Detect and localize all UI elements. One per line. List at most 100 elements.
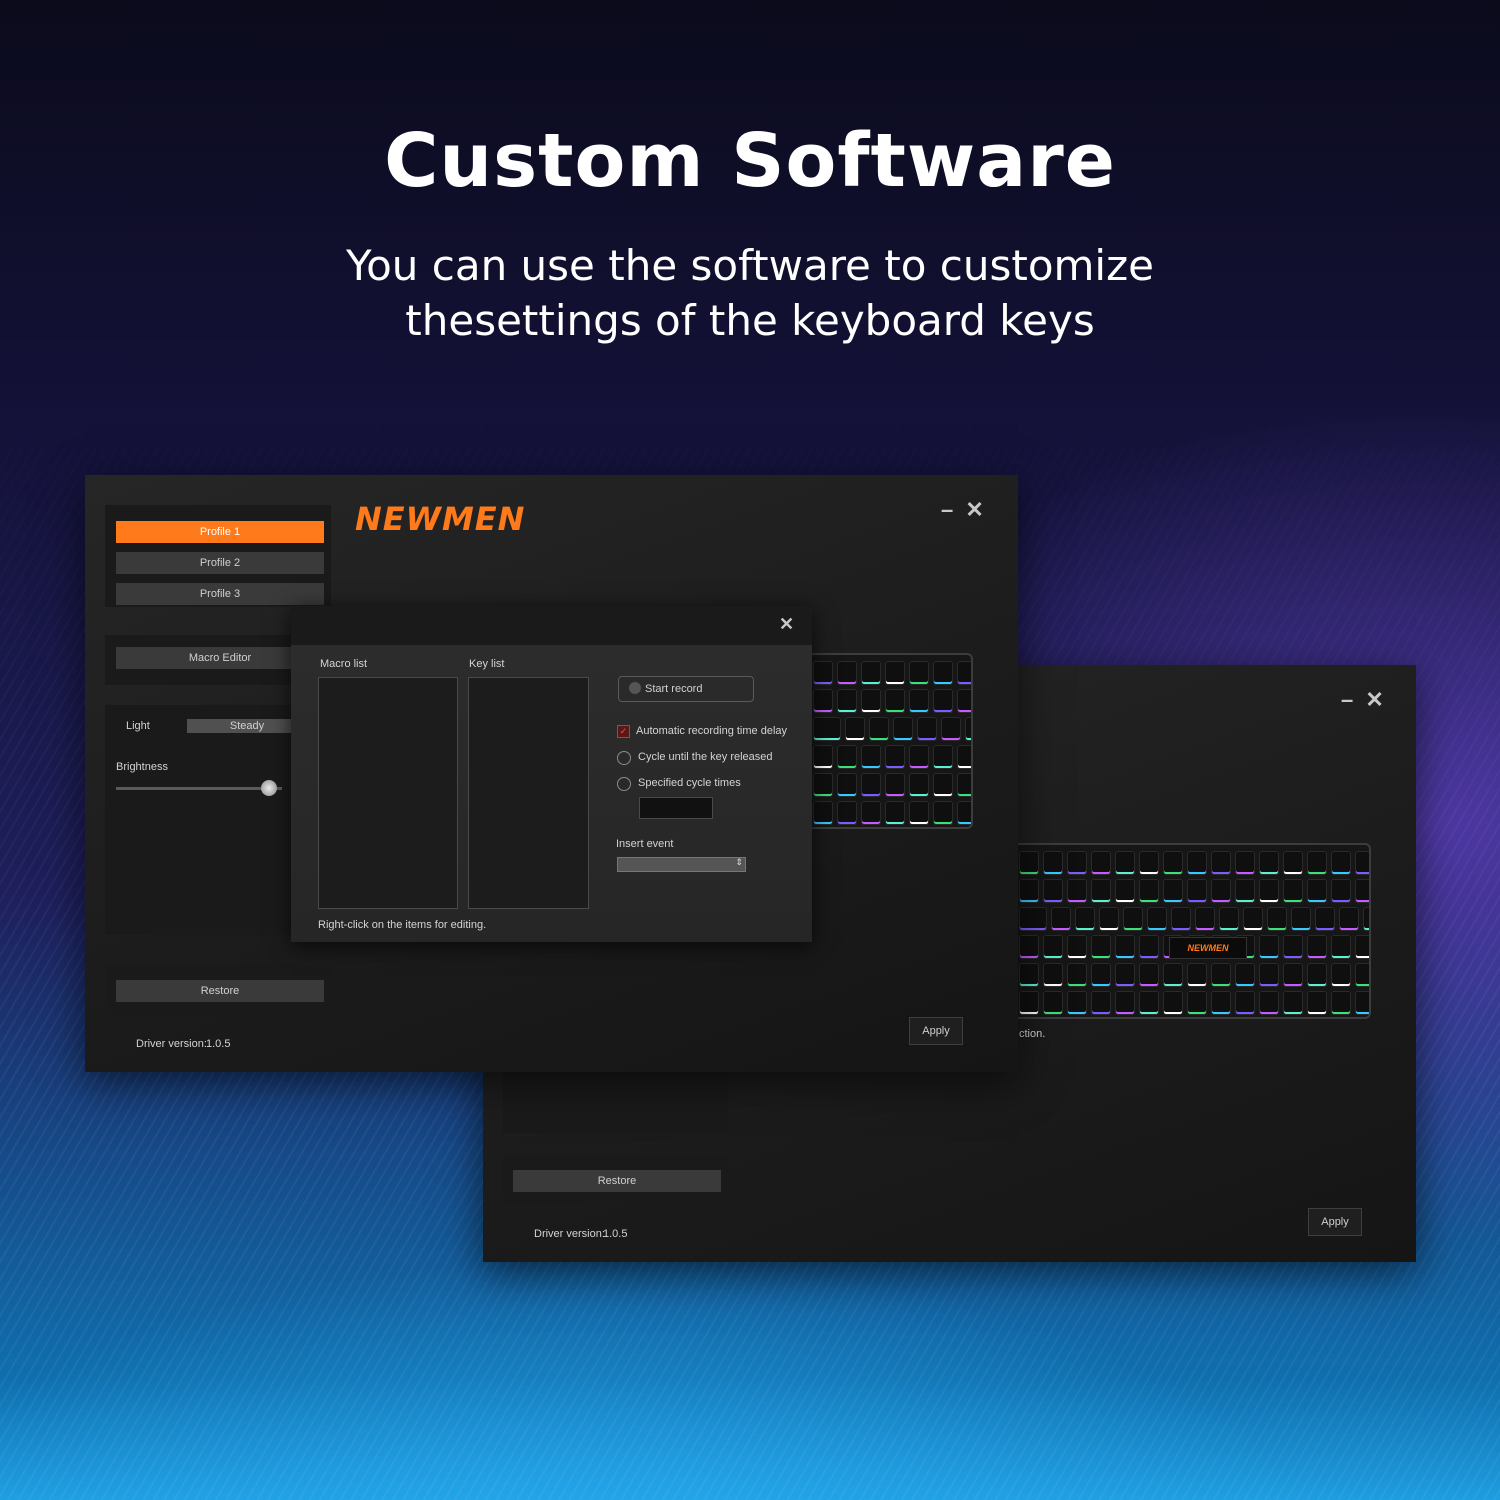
keyboard-key <box>1075 907 1095 931</box>
keyboard-key <box>933 745 953 769</box>
keyboard-key <box>1211 963 1231 987</box>
keyboard-key <box>1331 935 1351 959</box>
insert-event-select[interactable]: ⇕ <box>617 857 746 872</box>
keyboard-key <box>909 689 929 713</box>
keyboard-key <box>1115 991 1135 1015</box>
keyboard-key <box>909 661 929 685</box>
restore-button[interactable]: Restore <box>513 1170 721 1192</box>
keyboard-key <box>1019 935 1039 959</box>
keyboard-row <box>813 717 971 741</box>
cycle-until-release-label: Cycle until the key released <box>638 751 773 763</box>
keyboard-key <box>837 745 857 769</box>
keyboard-key <box>1067 963 1087 987</box>
restore-button[interactable]: Restore <box>116 980 324 1002</box>
keyboard-key <box>1259 963 1279 987</box>
auto-delay-checkbox[interactable]: ✓ <box>617 725 630 738</box>
keyboard-key <box>1091 879 1111 903</box>
keyboard-key <box>1211 991 1231 1015</box>
minimize-icon[interactable]: – <box>941 497 953 523</box>
keyboard-key <box>813 773 833 797</box>
keyboard-key <box>1283 935 1303 959</box>
keyboard-key <box>1259 879 1279 903</box>
keyboard-key <box>917 717 937 741</box>
back-side-panel <box>503 1065 729 1133</box>
keyboard-key <box>1235 879 1255 903</box>
keyboard-key <box>1355 963 1369 987</box>
key-list-label: Key list <box>469 658 505 670</box>
keyboard-key <box>909 745 929 769</box>
brightness-slider-track[interactable] <box>116 787 282 790</box>
keyboard-key <box>1163 879 1183 903</box>
start-record-label: Start record <box>645 683 703 695</box>
keyboard-key <box>1091 851 1111 875</box>
keyboard-key <box>893 717 913 741</box>
keyboard-key <box>909 801 929 825</box>
keyboard-logo: NEWMEN <box>1169 937 1247 959</box>
keyboard-key <box>813 689 833 713</box>
keyboard-key <box>1171 907 1191 931</box>
keyboard-key <box>1139 991 1159 1015</box>
keyboard-key <box>1147 907 1167 931</box>
auto-delay-label: Automatic recording time delay <box>636 725 788 737</box>
cycle-until-release-radio[interactable] <box>617 751 631 765</box>
driver-version-value: 1.0.5 <box>206 1038 231 1050</box>
keyboard-key <box>1115 851 1135 875</box>
specified-cycle-radio[interactable] <box>617 777 631 791</box>
minimize-icon[interactable]: – <box>1341 687 1353 713</box>
keyboard-key <box>1043 879 1063 903</box>
keyboard-key <box>1355 851 1369 875</box>
light-label: Light <box>126 720 150 732</box>
keyboard-key <box>837 801 857 825</box>
keyboard-key <box>1067 935 1087 959</box>
keyboard-key <box>1291 907 1311 931</box>
keyboard-key <box>957 745 971 769</box>
keyboard-keys <box>1015 845 1369 1017</box>
profile-1-button[interactable]: Profile 1 <box>116 521 324 543</box>
keyboard-key <box>1067 991 1087 1015</box>
driver-version-label: Driver version: <box>534 1228 605 1240</box>
keyboard-key <box>1043 851 1063 875</box>
keyboard-key <box>1307 851 1327 875</box>
keyboard-key <box>1331 879 1351 903</box>
driver-version-value: 1.0.5 <box>603 1228 628 1240</box>
keyboard-key <box>1187 991 1207 1015</box>
cycle-times-input[interactable] <box>639 797 713 819</box>
keyboard-key <box>1267 907 1287 931</box>
keyboard-key <box>1091 935 1111 959</box>
keyboard-key <box>1235 963 1255 987</box>
profile-3-button[interactable]: Profile 3 <box>116 583 324 605</box>
keyboard-key <box>933 773 953 797</box>
keyboard-row <box>813 745 971 769</box>
keyboard-key <box>1067 851 1087 875</box>
start-record-button[interactable]: Start record <box>618 676 754 702</box>
keyboard-key <box>861 745 881 769</box>
keyboard-key <box>1187 879 1207 903</box>
keyboard-preview: NEWMEN <box>1013 843 1371 1019</box>
light-mode-select[interactable]: Steady <box>187 719 307 733</box>
keyboard-key <box>1211 879 1231 903</box>
close-icon[interactable]: ✕ <box>1365 687 1383 713</box>
keyboard-key <box>861 689 881 713</box>
close-icon[interactable]: ✕ <box>965 497 983 523</box>
keyboard-key <box>1283 879 1303 903</box>
keyboard-key <box>1099 907 1119 931</box>
apply-button[interactable]: Apply <box>1308 1208 1362 1236</box>
keyboard-key <box>1307 963 1327 987</box>
keyboard-key <box>1235 851 1255 875</box>
brightness-slider-thumb[interactable] <box>260 780 277 796</box>
driver-version-label: Driver version: <box>136 1038 207 1050</box>
profile-2-button[interactable]: Profile 2 <box>116 552 324 574</box>
keyboard-key <box>885 801 905 825</box>
keyboard-key <box>861 801 881 825</box>
keyboard-key <box>1283 963 1303 987</box>
keyboard-key <box>1307 935 1327 959</box>
keyboard-key <box>1283 991 1303 1015</box>
close-icon[interactable]: ✕ <box>779 614 794 635</box>
keyboard-key <box>1259 991 1279 1015</box>
macro-list[interactable] <box>318 677 458 909</box>
apply-button[interactable]: Apply <box>909 1017 963 1045</box>
keyboard-key <box>1363 907 1369 931</box>
keyboard-key <box>957 801 971 825</box>
keyboard-row <box>1019 907 1369 931</box>
key-list[interactable] <box>468 677 589 909</box>
